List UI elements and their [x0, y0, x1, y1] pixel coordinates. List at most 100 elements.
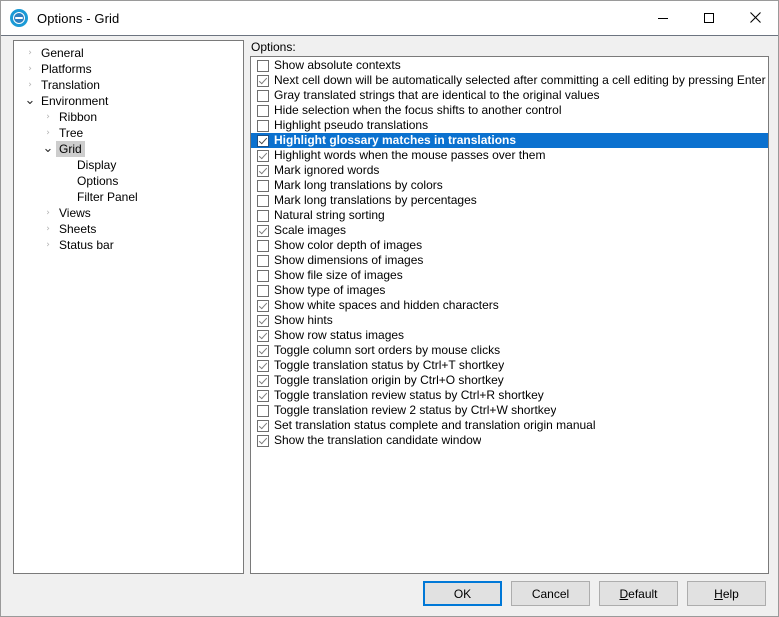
settings-tree-panel[interactable]: › General › Platforms › Translation ⌄ Environme… [13, 40, 244, 574]
option-label: Show white spaces and hidden characters [274, 298, 499, 312]
option-row[interactable]: Hide selection when the focus shifts to … [251, 103, 768, 118]
option-row[interactable]: Show file size of images [251, 268, 768, 283]
chevron-right-icon[interactable]: › [22, 77, 38, 93]
option-row[interactable]: Show white spaces and hidden characters [251, 298, 768, 313]
checkbox-unchecked-icon[interactable] [257, 194, 269, 207]
option-row[interactable]: Mark ignored words [251, 163, 768, 178]
checkbox-unchecked-icon[interactable] [257, 179, 269, 192]
settings-tree: › General › Platforms › Translation ⌄ Environme… [14, 41, 243, 253]
maximize-button[interactable] [686, 1, 732, 34]
option-row[interactable]: Highlight glossary matches in translatio… [251, 133, 768, 148]
option-row[interactable]: Show the translation candidate window [251, 433, 768, 448]
default-button[interactable]: Default [599, 581, 678, 606]
checkbox-checked-icon[interactable] [257, 149, 269, 162]
checkbox-checked-icon[interactable] [257, 434, 269, 447]
checkbox-checked-icon[interactable] [257, 224, 269, 237]
tree-item-label: Display [77, 158, 117, 172]
tree-item-filter-panel[interactable]: Filter Panel [14, 189, 243, 205]
chevron-right-icon[interactable]: › [22, 61, 38, 77]
chevron-right-icon[interactable]: › [40, 205, 56, 221]
tree-item-ribbon[interactable]: › Ribbon [14, 109, 243, 125]
option-label: Highlight glossary matches in translatio… [274, 133, 517, 147]
tree-item-label: Ribbon [59, 110, 98, 124]
option-row[interactable]: Show row status images [251, 328, 768, 343]
tree-item-general[interactable]: › General [14, 45, 243, 61]
option-row[interactable]: Show dimensions of images [251, 253, 768, 268]
dialog-button-bar: OK Cancel Default Help [423, 581, 766, 606]
option-row[interactable]: Mark long translations by colors [251, 178, 768, 193]
option-label: Toggle translation review 2 status by Ct… [274, 403, 557, 417]
checkbox-unchecked-icon[interactable] [257, 254, 269, 267]
option-label: Toggle translation origin by Ctrl+O shor… [274, 373, 504, 387]
checkbox-checked-icon[interactable] [257, 374, 269, 387]
option-row[interactable]: Toggle translation review status by Ctrl… [251, 388, 768, 403]
options-list-panel[interactable]: Show absolute contexts Next cell down wil… [250, 56, 769, 574]
checkbox-checked-icon[interactable] [257, 314, 269, 327]
help-button[interactable]: Help [687, 581, 766, 606]
option-row[interactable]: Scale images [251, 223, 768, 238]
checkbox-unchecked-icon[interactable] [257, 209, 269, 222]
checkbox-checked-icon[interactable] [257, 344, 269, 357]
cancel-button[interactable]: Cancel [511, 581, 590, 606]
option-row[interactable]: Gray translated strings that are identic… [251, 88, 768, 103]
chevron-down-icon[interactable]: ⌄ [40, 142, 56, 155]
chevron-right-icon[interactable]: › [40, 221, 56, 237]
checkbox-unchecked-icon[interactable] [257, 59, 269, 72]
checkbox-checked-icon[interactable] [257, 134, 269, 147]
option-row[interactable]: Natural string sorting [251, 208, 768, 223]
checkbox-checked-icon[interactable] [257, 389, 269, 402]
tree-item-grid[interactable]: ⌄ Grid [14, 141, 243, 157]
option-row[interactable]: Toggle translation origin by Ctrl+O shor… [251, 373, 768, 388]
option-row[interactable]: Mark long translations by percentages [251, 193, 768, 208]
tree-item-display[interactable]: Display [14, 157, 243, 173]
chevron-right-icon[interactable]: › [40, 237, 56, 253]
checkbox-unchecked-icon[interactable] [257, 269, 269, 282]
checkbox-checked-icon[interactable] [257, 329, 269, 342]
tree-item-sheets[interactable]: › Sheets [14, 221, 243, 237]
checkbox-checked-icon[interactable] [257, 359, 269, 372]
tree-item-status-bar[interactable]: › Status bar [14, 237, 243, 253]
chevron-down-icon[interactable]: ⌄ [22, 94, 38, 107]
checkbox-unchecked-icon[interactable] [257, 404, 269, 417]
option-row[interactable]: Toggle translation status by Ctrl+T shor… [251, 358, 768, 373]
chevron-right-icon[interactable]: › [22, 45, 38, 61]
ok-button[interactable]: OK [423, 581, 502, 606]
checkbox-unchecked-icon[interactable] [257, 239, 269, 252]
option-row[interactable]: Next cell down will be automatically sel… [251, 73, 768, 88]
options-dialog-window: Options - Grid › General › Platforms › Transl… [0, 0, 779, 617]
option-row[interactable]: Set translation status complete and tran… [251, 418, 768, 433]
option-row[interactable]: Highlight words when the mouse passes ov… [251, 148, 768, 163]
button-label: Help [714, 586, 739, 601]
close-button[interactable] [732, 1, 778, 34]
window-title: Options - Grid [37, 10, 120, 26]
checkbox-unchecked-icon[interactable] [257, 119, 269, 132]
checkbox-checked-icon[interactable] [257, 74, 269, 87]
option-row[interactable]: Highlight pseudo translations [251, 118, 768, 133]
tree-item-platforms[interactable]: › Platforms [14, 61, 243, 77]
checkbox-checked-icon[interactable] [257, 299, 269, 312]
chevron-right-icon[interactable]: › [40, 125, 56, 141]
chevron-right-icon[interactable]: › [40, 109, 56, 125]
checkbox-checked-icon[interactable] [257, 419, 269, 432]
option-label: Show dimensions of images [274, 253, 424, 267]
checkbox-unchecked-icon[interactable] [257, 104, 269, 117]
option-label: Highlight words when the mouse passes ov… [274, 148, 546, 162]
checkbox-unchecked-icon[interactable] [257, 89, 269, 102]
tree-item-options[interactable]: Options [14, 173, 243, 189]
option-row[interactable]: Show hints [251, 313, 768, 328]
minimize-button[interactable] [640, 1, 686, 34]
tree-item-label: Options [77, 174, 119, 188]
option-label: Highlight pseudo translations [274, 118, 429, 132]
option-row[interactable]: Show color depth of images [251, 238, 768, 253]
tree-item-tree[interactable]: › Tree [14, 125, 243, 141]
option-row[interactable]: Show absolute contexts [251, 58, 768, 73]
option-row[interactable]: Toggle column sort orders by mouse click… [251, 343, 768, 358]
tree-item-translation[interactable]: › Translation [14, 77, 243, 93]
option-row[interactable]: Show type of images [251, 283, 768, 298]
tree-item-environment[interactable]: ⌄ Environment [14, 93, 243, 109]
checkbox-unchecked-icon[interactable] [257, 284, 269, 297]
tree-item-views[interactable]: › Views [14, 205, 243, 221]
option-label: Show row status images [274, 328, 405, 342]
checkbox-checked-icon[interactable] [257, 164, 269, 177]
option-row[interactable]: Toggle translation review 2 status by Ct… [251, 403, 768, 418]
